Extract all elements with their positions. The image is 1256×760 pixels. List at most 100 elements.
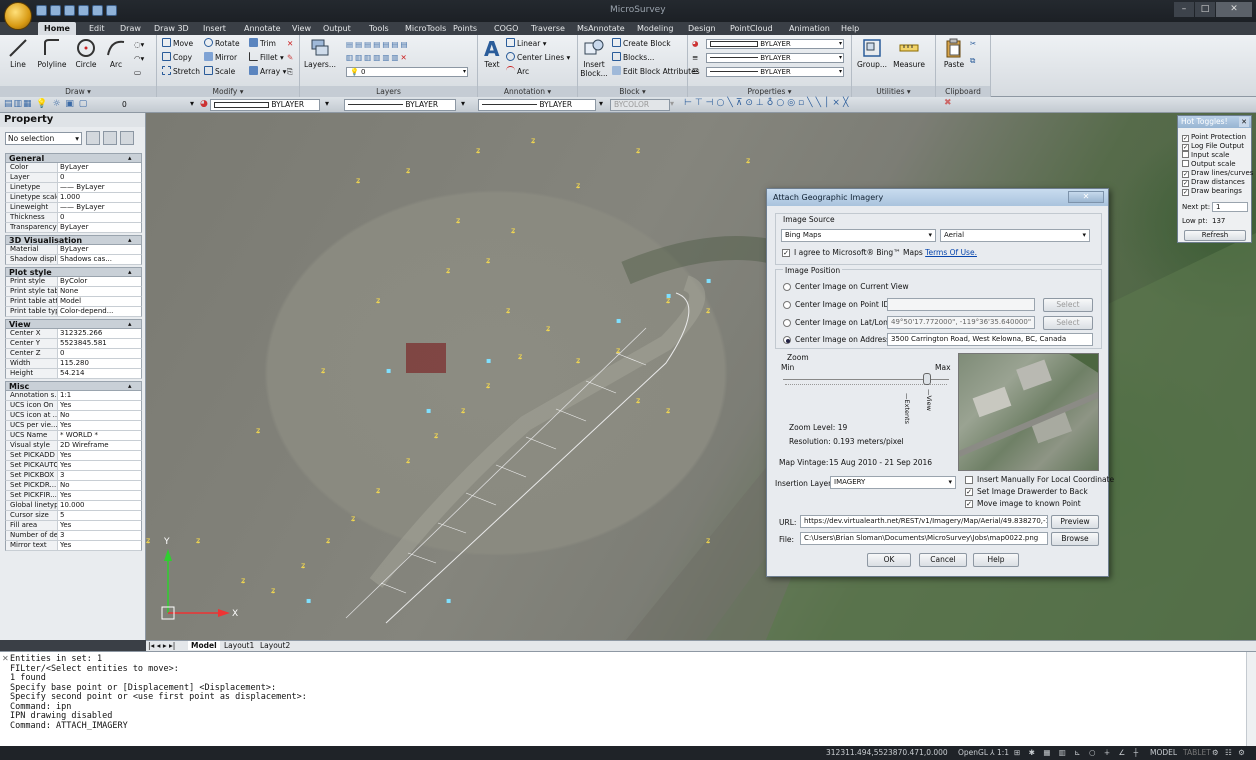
arc-dim-button[interactable]: Arc: [506, 66, 529, 78]
property-row[interactable]: Mirror text Yes: [5, 541, 142, 551]
linetype-combo[interactable]: BYLAYER ▾: [706, 53, 844, 63]
tab-cogo[interactable]: COGO: [494, 22, 518, 35]
property-row[interactable]: Layer 0: [5, 173, 142, 183]
property-value[interactable]: 3: [58, 471, 141, 480]
quick-select-button[interactable]: [120, 131, 134, 145]
select-latlong-button[interactable]: Select: [1043, 316, 1093, 330]
snap-settings-icon[interactable]: ✖: [944, 98, 952, 108]
insert-block-button[interactable]: Insert Block...: [578, 37, 610, 78]
property-section-header[interactable]: View: [5, 319, 142, 329]
move-known-point-checkbox[interactable]: ✓: [965, 500, 973, 508]
plotstyle-dropdown-icon[interactable]: ▾: [670, 99, 674, 108]
offset-icon[interactable]: ⎘: [287, 66, 293, 78]
hot-toggle-item[interactable]: Output scale: [1182, 160, 1236, 168]
ok-button[interactable]: OK: [867, 553, 911, 567]
save-icon[interactable]: [64, 5, 75, 16]
collapse-icon[interactable]: ▴: [128, 267, 132, 277]
property-section-header[interactable]: Misc: [5, 381, 142, 391]
collapse-icon[interactable]: ▴: [128, 153, 132, 163]
tab-insert[interactable]: Insert: [203, 22, 226, 35]
tray-icons[interactable]: ⚙ ☷ ⚙ ◉: [1212, 746, 1256, 760]
hot-toggle-item[interactable]: ✓ Draw bearings: [1182, 187, 1242, 196]
property-value[interactable]: 5: [58, 511, 141, 520]
terms-of-use-link[interactable]: Terms Of Use.: [925, 248, 977, 257]
hot-toggle-checkbox[interactable]: ✓: [1182, 144, 1189, 151]
circle-button[interactable]: Circle: [70, 37, 102, 69]
property-row[interactable]: Center Y 5523845.581: [5, 339, 142, 349]
property-value[interactable]: 0: [58, 213, 141, 222]
refresh-button[interactable]: Refresh: [1184, 230, 1246, 241]
property-value[interactable]: None: [58, 287, 141, 296]
property-row[interactable]: Cursor size 5: [5, 511, 142, 521]
property-row[interactable]: Set PICKDR... No: [5, 481, 142, 491]
property-value[interactable]: Yes: [58, 461, 141, 470]
stretch-button[interactable]: Stretch: [162, 66, 200, 78]
propbar-color-combo[interactable]: BYLAYER: [210, 99, 320, 111]
layout-nav-arrows[interactable]: |◂ ◂ ▸ ▸|: [148, 641, 175, 650]
agree-terms-checkbox[interactable]: ✓: [782, 249, 790, 257]
radio-latlong[interactable]: [783, 319, 791, 327]
property-value[interactable]: No: [58, 481, 141, 490]
hot-toggle-item[interactable]: Input scale: [1182, 151, 1229, 159]
tab-tools[interactable]: Tools: [369, 22, 389, 35]
edit-block-attributes-button[interactable]: Edit Block Attributes: [612, 66, 700, 78]
layers-button[interactable]: Layers...: [303, 37, 337, 69]
property-value[interactable]: Yes: [58, 521, 141, 530]
property-row[interactable]: Thickness 0: [5, 213, 142, 223]
undo-icon[interactable]: [92, 5, 103, 16]
tab-view[interactable]: View: [292, 22, 311, 35]
property-row[interactable]: Set PICKADD Yes: [5, 451, 142, 461]
property-row[interactable]: Transparency ByLayer: [5, 223, 142, 233]
property-value[interactable]: Yes: [58, 541, 141, 550]
property-value[interactable]: No: [58, 411, 141, 420]
hot-toggle-checkbox[interactable]: ✓: [1182, 171, 1189, 178]
file-input[interactable]: C:\Users\Brian Sloman\Documents\MicroSur…: [800, 532, 1048, 545]
scale-button[interactable]: Scale: [204, 66, 235, 78]
propbar-layer-dropdown[interactable]: ▾: [190, 99, 194, 108]
tab-layout1[interactable]: Layout1: [224, 641, 254, 650]
layer-combo[interactable]: 💡 0 ▾: [346, 67, 468, 77]
minimize-button[interactable]: –: [1174, 2, 1194, 17]
select-objects-button[interactable]: [103, 131, 117, 145]
center-lines-button[interactable]: Center Lines ▾: [506, 52, 570, 64]
hot-toggles-close-icon[interactable]: ✕: [1239, 117, 1249, 127]
tab-help[interactable]: Help: [841, 22, 859, 35]
lineweight-combo[interactable]: BYLAYER ▾: [706, 67, 844, 77]
insertion-layer-select[interactable]: IMAGERY ▾: [830, 476, 956, 489]
property-row[interactable]: Print table att...Model: [5, 297, 142, 307]
property-value[interactable]: 2D Wireframe: [58, 441, 141, 450]
property-row[interactable]: Number of de...3: [5, 531, 142, 541]
property-row[interactable]: Annotation s... 1:1: [5, 391, 142, 401]
arc-button[interactable]: Arc: [100, 37, 132, 69]
layer-state-icons[interactable]: ▤▥▦ 💡 ☼ ▣ ▢: [4, 99, 88, 109]
property-value[interactable]: 10.000: [58, 501, 141, 510]
tab-traverse[interactable]: Traverse: [531, 22, 565, 35]
set-drawerder-checkbox[interactable]: ✓: [965, 488, 973, 496]
property-row[interactable]: Fill area Yes: [5, 521, 142, 531]
tab-modeling[interactable]: Modeling: [637, 22, 673, 35]
mirror-button[interactable]: Mirror: [204, 52, 237, 64]
application-menu-button[interactable]: [4, 2, 32, 30]
explode-icon[interactable]: ✎: [287, 52, 293, 64]
create-block-button[interactable]: Create Block: [612, 38, 671, 50]
property-value[interactable]: Color-depend...: [58, 307, 141, 316]
property-value[interactable]: 115.280: [58, 359, 141, 368]
tab-output[interactable]: Output: [323, 22, 351, 35]
tab-layout2[interactable]: Layout2: [260, 641, 290, 650]
property-row[interactable]: Material ByLayer: [5, 245, 142, 255]
close-button[interactable]: ✕: [1216, 2, 1252, 17]
browse-button[interactable]: Browse: [1051, 532, 1099, 546]
property-value[interactable]: 3: [58, 531, 141, 540]
modify-group-label[interactable]: Modify ▾: [157, 86, 299, 97]
hot-toggle-item[interactable]: ✓ Draw distances: [1182, 178, 1245, 187]
property-value[interactable]: * WORLD *: [58, 431, 141, 440]
property-value[interactable]: —— ByLayer: [58, 203, 141, 212]
tab-animation[interactable]: Animation: [789, 22, 830, 35]
hot-toggle-checkbox[interactable]: ✓: [1182, 180, 1189, 187]
property-value[interactable]: ByLayer: [58, 163, 141, 172]
annotation-scale[interactable]: ⅄ 1:1: [990, 746, 1009, 760]
property-row[interactable]: Set PICKFIR... Yes: [5, 491, 142, 501]
toggle-pickadd-button[interactable]: [86, 131, 100, 145]
property-row[interactable]: Height 54.214: [5, 369, 142, 379]
rotate-button[interactable]: Rotate: [204, 38, 240, 50]
